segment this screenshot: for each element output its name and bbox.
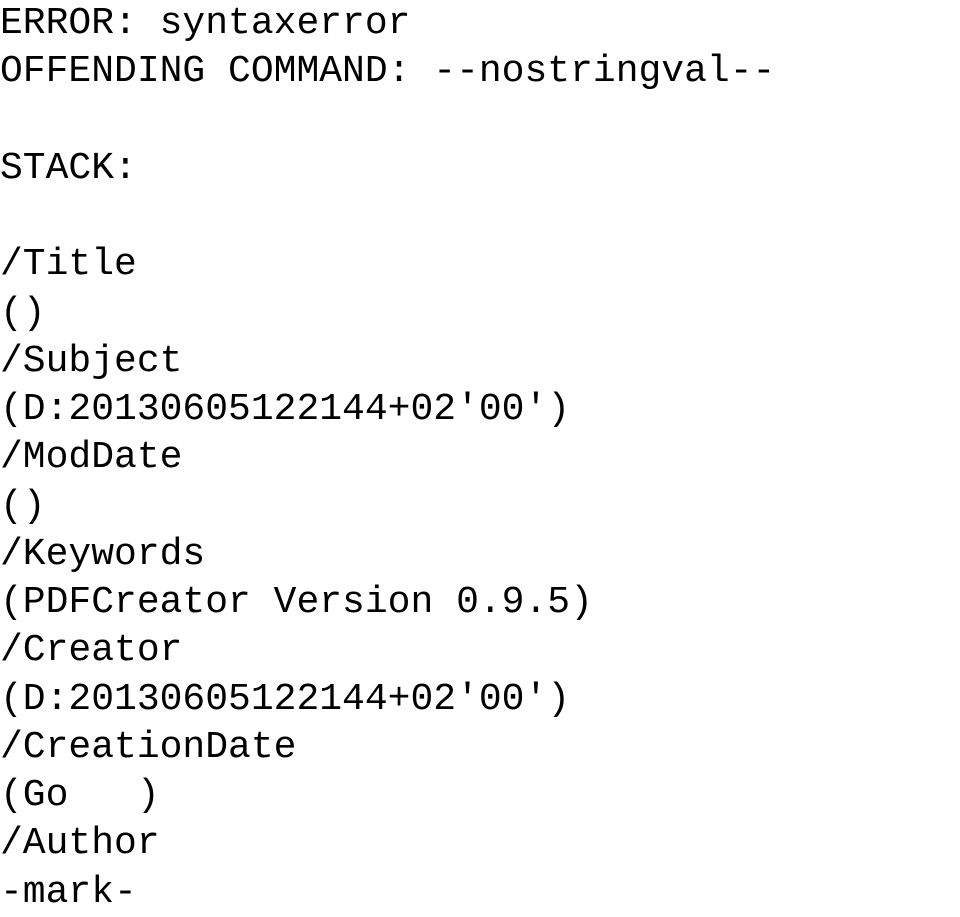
- stack-empty-value: (): [0, 485, 46, 528]
- stack-author-key: /Author: [0, 822, 182, 865]
- stack-creator-key: /Creator: [0, 629, 205, 672]
- stack-empty-value: (): [0, 292, 46, 335]
- stack-title-key: /Title: [0, 243, 160, 286]
- stack-moddate-key: /ModDate: [0, 436, 205, 479]
- stack-creationdate-key: /CreationDate: [0, 726, 319, 769]
- stack-date-value: (D:20130605122144+02'00'): [0, 388, 570, 431]
- stack-mark: -mark-: [0, 871, 160, 914]
- stack-keywords-key: /Keywords: [0, 533, 228, 576]
- stack-header: STACK:: [0, 147, 137, 190]
- stack-date-value: (D:20130605122144+02'00'): [0, 678, 570, 721]
- stack-creator-value: (PDFCreator Version 0.9.5): [0, 581, 593, 624]
- stack-author-value: (Go ): [0, 774, 160, 817]
- error-line: ERROR: syntaxerror: [0, 2, 410, 45]
- stack-subject-key: /Subject: [0, 340, 205, 383]
- offending-command-line: OFFENDING COMMAND: --nostringval--: [0, 50, 775, 93]
- error-dump: ERROR: syntaxerror OFFENDING COMMAND: --…: [0, 0, 960, 917]
